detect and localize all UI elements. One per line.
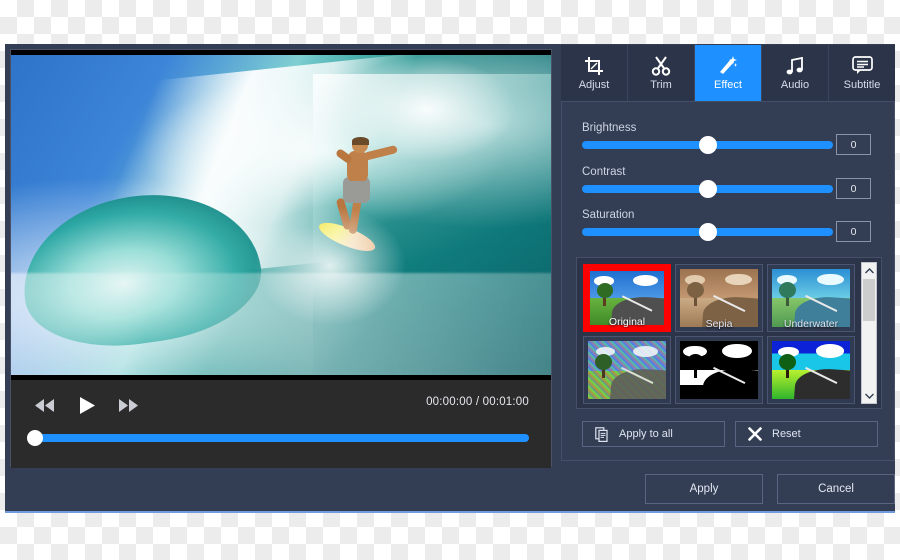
tab-adjust[interactable]: Adjust	[561, 45, 628, 101]
close-x-icon	[747, 427, 762, 442]
brightness-slider-thumb[interactable]	[698, 136, 717, 154]
surfer-figure	[316, 137, 398, 258]
thumb-tree-crown	[779, 281, 797, 298]
apply-to-all-button[interactable]: Apply to all	[582, 421, 725, 447]
tab-bar: Adjust Trim Effect Audio Subtitle	[561, 45, 895, 101]
reset-button[interactable]: Reset	[735, 421, 878, 447]
scrollbar-thumb[interactable]	[863, 279, 875, 321]
effects-scrollbar[interactable]	[861, 262, 877, 404]
dialog-footer: Apply Cancel	[645, 474, 895, 504]
wave-foam	[11, 272, 551, 375]
effect-thumbnail	[588, 341, 666, 399]
crop-icon	[583, 55, 605, 76]
contrast-value[interactable]: 0	[836, 178, 871, 199]
surfer-shorts	[343, 177, 370, 203]
contrast-slider-thumb[interactable]	[698, 180, 717, 198]
video-frame-surfer	[11, 55, 551, 375]
tab-subtitle-label: Subtitle	[843, 79, 881, 91]
effects-side-panel: Adjust Trim Effect Audio Subtitle Bright…	[556, 44, 895, 467]
fast-forward-icon[interactable]	[117, 394, 141, 416]
music-note-icon	[784, 55, 806, 76]
effect-preset-vivid[interactable]	[767, 336, 855, 404]
thumb-tree-crown	[687, 281, 705, 298]
wave-barrel	[12, 179, 269, 359]
effect-preset-underwater[interactable]: Underwater	[767, 264, 855, 332]
time-display: 00:00:00 / 00:01:00	[426, 396, 529, 408]
video-editor-window: 00:00:00 / 00:01:00 Adjust Trim Effect A…	[5, 44, 895, 513]
effect-thumbnail	[772, 341, 850, 399]
speech-bubble-icon	[851, 55, 873, 76]
effect-preset-sepia[interactable]: Sepia	[675, 264, 763, 332]
scissors-icon	[650, 55, 672, 76]
brightness-label: Brightness	[582, 122, 637, 134]
brightness-value[interactable]: 0	[836, 134, 871, 155]
seek-slider[interactable]	[27, 430, 529, 446]
contrast-control: Contrast 0	[582, 166, 871, 199]
chevron-down-icon[interactable]	[862, 388, 876, 403]
cancel-button[interactable]: Cancel	[777, 474, 895, 504]
saturation-label: Saturation	[582, 209, 635, 221]
tab-trim[interactable]: Trim	[628, 45, 695, 101]
effect-thumbnail	[680, 341, 758, 399]
effect-label-original: Original	[608, 316, 646, 328]
tab-audio[interactable]: Audio	[762, 45, 829, 101]
contrast-slider[interactable]: 0	[582, 178, 871, 199]
thumb-cloud	[633, 345, 659, 357]
surfer-arm-right	[362, 145, 398, 162]
magic-wand-icon	[717, 55, 739, 76]
apply-to-all-label: Apply to all	[619, 428, 673, 440]
thumb-tree-crown	[687, 353, 705, 370]
apply-button[interactable]: Apply	[645, 474, 763, 504]
tab-effect[interactable]: Effect	[695, 45, 762, 101]
effect-preset-noise[interactable]	[583, 336, 671, 404]
thumb-road	[610, 366, 666, 399]
tab-adjust-label: Adjust	[578, 79, 610, 91]
effect-label-underwater: Underwater	[783, 318, 839, 330]
video-stage[interactable]	[11, 50, 551, 380]
brightness-slider[interactable]: 0	[582, 134, 871, 155]
player-controls: 00:00:00 / 00:01:00	[11, 382, 551, 468]
tab-subtitle[interactable]: Subtitle	[829, 45, 895, 101]
surfer-leg-front	[348, 198, 363, 235]
thumb-cloud	[817, 273, 844, 286]
saturation-slider[interactable]: 0	[582, 221, 871, 242]
tab-audio-label: Audio	[780, 79, 810, 91]
effect-controls-area: Brightness 0 Contrast 0 Saturation 0 Ori…	[561, 101, 895, 461]
effect-action-row: Apply to all Reset	[582, 421, 878, 447]
contrast-label: Contrast	[582, 166, 626, 178]
effect-label-sepia: Sepia	[705, 318, 733, 330]
reset-label: Reset	[772, 428, 801, 440]
play-icon[interactable]	[75, 394, 99, 416]
saturation-control: Saturation 0	[582, 209, 871, 242]
thumb-cloud	[815, 344, 844, 358]
chevron-up-icon[interactable]	[862, 263, 876, 278]
tab-effect-label: Effect	[714, 79, 742, 91]
thumb-tree-crown	[595, 353, 613, 370]
saturation-value[interactable]: 0	[836, 221, 871, 242]
rewind-icon[interactable]	[33, 394, 57, 416]
seek-thumb[interactable]	[27, 430, 43, 446]
preview-panel: 00:00:00 / 00:01:00	[10, 49, 552, 468]
tab-trim-label: Trim	[650, 79, 672, 91]
effect-preset-blackwhite[interactable]	[675, 336, 763, 404]
copy-icon	[594, 426, 609, 442]
effect-preset-original[interactable]: Original	[583, 264, 671, 332]
surfer-hair	[351, 137, 369, 146]
wave-crest	[11, 55, 551, 297]
effect-presets-panel: Original Sepia Underwater	[576, 257, 882, 409]
saturation-slider-thumb[interactable]	[698, 223, 717, 241]
thumb-tree-crown	[779, 353, 797, 370]
brightness-control: Brightness 0	[582, 122, 871, 155]
transport-controls	[33, 392, 141, 418]
thumb-cloud	[725, 273, 752, 286]
effect-presets-grid: Original Sepia Underwater	[583, 264, 859, 404]
thumb-tree-crown	[596, 282, 613, 298]
